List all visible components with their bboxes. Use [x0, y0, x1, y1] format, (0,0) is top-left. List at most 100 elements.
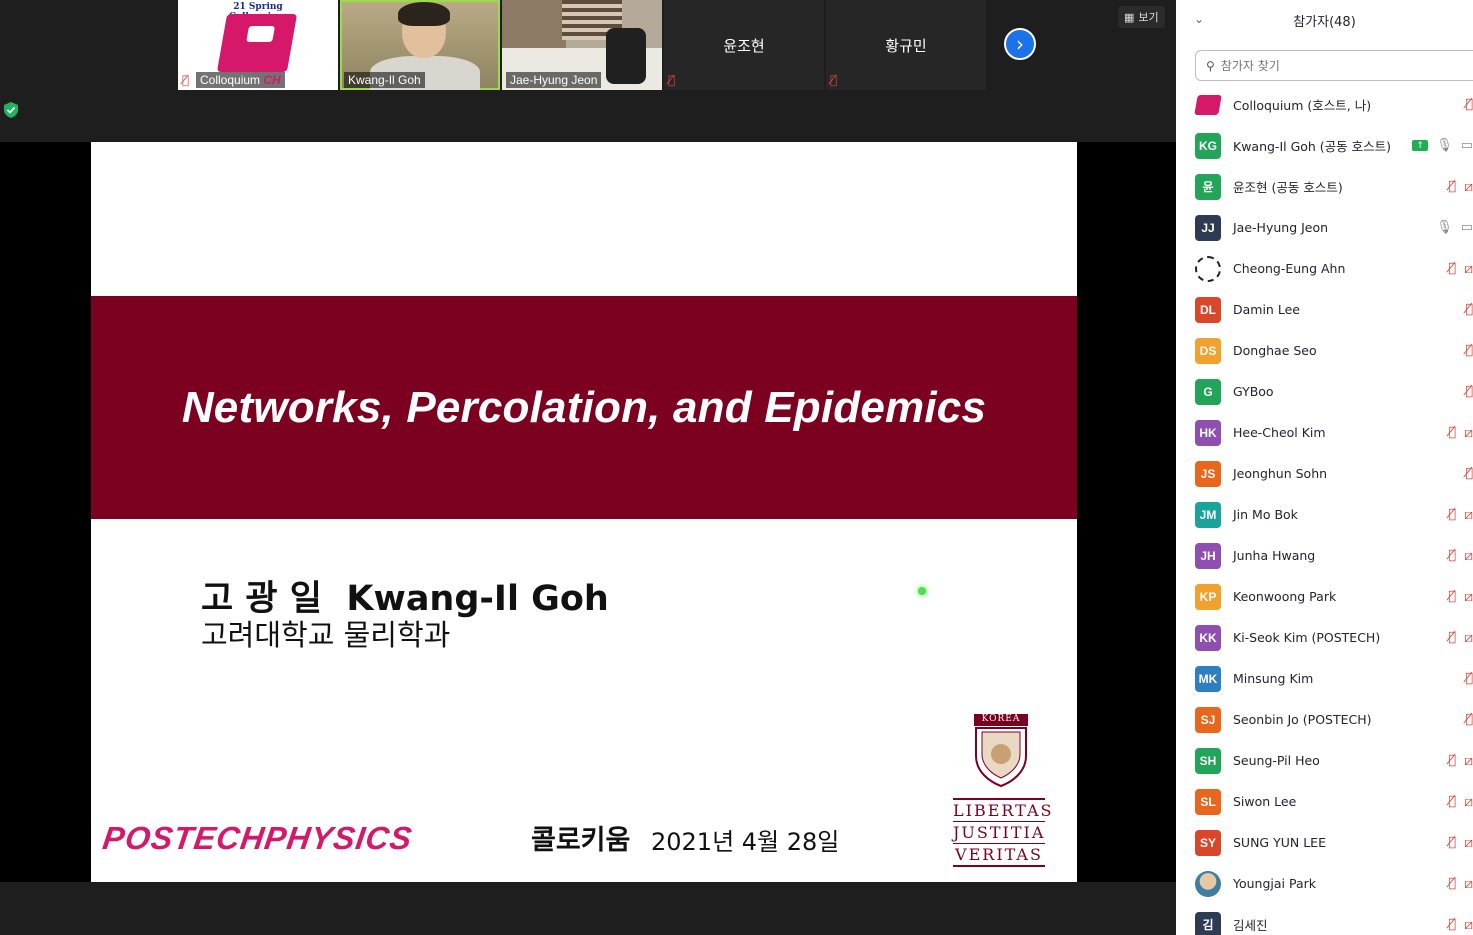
video-off-icon[interactable]: ⧄	[1464, 794, 1473, 810]
mic-muted-icon[interactable]: 🎙̸	[1465, 671, 1473, 686]
video-tile-kwang-il-goh[interactable]: Kwang-Il Goh	[340, 0, 500, 90]
mic-muted-icon[interactable]: 🎙̸	[1448, 835, 1456, 850]
avatar: 김	[1195, 911, 1221, 935]
event-label: 콜로키움	[531, 825, 631, 856]
participant-row[interactable]: SY SUNG YUN LEE 🎙̸ ⧄	[1176, 822, 1473, 863]
video-off-icon[interactable]: ⧄	[1464, 507, 1473, 523]
mic-muted-icon[interactable]: 🎙̸	[1448, 261, 1456, 276]
security-shield-icon[interactable]	[4, 102, 20, 120]
participant-row[interactable]: Cheong-Eung Ahn 🎙̸ ⧄	[1176, 248, 1473, 289]
mic-muted-icon[interactable]: 🎙̸	[1448, 179, 1456, 194]
view-button[interactable]: ▦ 보기	[1118, 6, 1165, 28]
participant-row[interactable]: 김 김세진 🎙̸ ⧄	[1176, 904, 1473, 935]
participant-name: Hee-Cheol Kim	[1233, 425, 1326, 440]
panel-header: ⌄ 참가자(48)	[1176, 0, 1473, 40]
participant-name: Seonbin Jo (POSTECH)	[1233, 712, 1372, 727]
video-icon[interactable]: ▭	[1461, 220, 1473, 235]
video-off-icon[interactable]: ⧄	[1464, 835, 1473, 851]
mic-muted-icon[interactable]: 🎙̸	[1448, 794, 1456, 809]
next-page-arrow-icon[interactable]: ›	[1004, 28, 1036, 60]
participant-row[interactable]: G GYBoo 🎙̸	[1176, 371, 1473, 412]
video-strip: 21 Spring Colloquium 🎙̸ Colloquium CH Kw…	[178, 0, 986, 90]
participant-name: 윤조현 (공동 호스트)	[1233, 180, 1343, 195]
mic-muted-icon[interactable]: 🎙̸	[1448, 876, 1456, 891]
tile-name-label: Jae-Hyung Jeon	[506, 72, 602, 88]
participant-row[interactable]: JH Junha Hwang 🎙̸ ⧄	[1176, 535, 1473, 576]
mic-muted-icon[interactable]: 🎙̸	[1465, 712, 1473, 727]
video-off-icon[interactable]: ⧄	[1464, 630, 1473, 646]
avatar: HK	[1195, 419, 1221, 446]
avatar: JJ	[1195, 214, 1221, 241]
chevron-down-icon[interactable]: ⌄	[1194, 12, 1204, 26]
mic-muted-icon[interactable]: 🎙̸	[1448, 630, 1456, 645]
mic-muted-icon[interactable]: 🎙̸	[1465, 302, 1473, 317]
avatar: KK	[1195, 624, 1221, 651]
participant-row[interactable]: 윤 윤조현 (공동 호스트) 🎙̸ ⧄	[1176, 166, 1473, 207]
avatar	[1194, 91, 1222, 118]
video-tile-colloquium[interactable]: 21 Spring Colloquium 🎙̸ Colloquium CH	[178, 0, 338, 90]
presentation-slide: Networks, Percolation, and Epidemics 고 광…	[91, 142, 1077, 882]
participant-status: 🎙̸ ⧄	[1448, 753, 1473, 769]
participant-row[interactable]: KK Ki-Seok Kim (POSTECH) 🎙̸ ⧄	[1176, 617, 1473, 658]
participant-row[interactable]: SJ Seonbin Jo (POSTECH) 🎙̸	[1176, 699, 1473, 740]
motto-line-1: LIBERTAS	[953, 801, 1054, 822]
mic-muted-icon[interactable]: 🎙̸	[1465, 384, 1473, 399]
video-off-icon[interactable]: ⧄	[1464, 589, 1473, 605]
mic-muted-icon[interactable]: 🎙̸	[1465, 97, 1473, 112]
participant-status: ↑ 🎙 ▭	[1412, 138, 1473, 153]
participant-row[interactable]: SL Siwon Lee 🎙̸ ⧄	[1176, 781, 1473, 822]
participant-name: Jae-Hyung Jeon	[1233, 220, 1329, 235]
avatar	[1195, 870, 1221, 897]
participant-name: Jeonghun Sohn	[1233, 466, 1328, 481]
mic-muted-icon[interactable]: 🎙̸	[1448, 589, 1456, 604]
tile-name-label: Colloquium CH	[196, 72, 285, 88]
search-input[interactable]	[1220, 58, 1461, 73]
mic-muted-icon[interactable]: 🎙̸	[1448, 425, 1456, 440]
participant-status: 🎙̸	[1465, 384, 1473, 399]
video-tile-yun-jo-hyun[interactable]: 🎙̸ 윤조현	[664, 0, 824, 90]
participant-name: Jin Mo Bok	[1233, 507, 1298, 522]
video-off-icon[interactable]: ⧄	[1464, 261, 1473, 277]
video-icon[interactable]: ▭	[1461, 138, 1473, 153]
avatar: JH	[1195, 542, 1221, 569]
participant-row[interactable]: Youngjai Park 🎙̸ ⧄	[1176, 863, 1473, 904]
avatar: DL	[1195, 296, 1221, 323]
participant-name: Junha Hwang	[1233, 548, 1316, 563]
room-chair	[606, 28, 646, 84]
mic-icon[interactable]: 🎙	[1436, 220, 1453, 235]
participant-row[interactable]: KP Keonwoong Park 🎙̸ ⧄	[1176, 576, 1473, 617]
search-icon: ⚲	[1206, 58, 1215, 73]
video-off-icon[interactable]: ⧄	[1464, 876, 1473, 892]
participant-row[interactable]: DL Damin Lee 🎙̸	[1176, 289, 1473, 330]
participant-row[interactable]: JJ Jae-Hyung Jeon 🎙 ▭	[1176, 207, 1473, 248]
avatar: SY	[1195, 829, 1221, 856]
participant-row[interactable]: Colloquium (호스트, 나) 🎙̸	[1176, 84, 1473, 125]
avatar: MK	[1195, 665, 1221, 692]
person-hair	[398, 2, 450, 26]
mic-muted-icon[interactable]: 🎙̸	[1465, 343, 1473, 358]
avatar: SJ	[1195, 706, 1221, 733]
participant-row[interactable]: KG Kwang-Il Goh (공동 호스트) ↑ 🎙 ▭	[1176, 125, 1473, 166]
participant-row[interactable]: SH Seung-Pil Heo 🎙̸ ⧄	[1176, 740, 1473, 781]
korea-university-crest: KOREA	[972, 712, 1030, 788]
participant-row[interactable]: DS Donghae Seo 🎙̸	[1176, 330, 1473, 371]
participant-row[interactable]: HK Hee-Cheol Kim 🎙̸ ⧄	[1176, 412, 1473, 453]
participant-row[interactable]: MK Minsung Kim 🎙̸	[1176, 658, 1473, 699]
participant-row[interactable]: JM Jin Mo Bok 🎙̸ ⧄	[1176, 494, 1473, 535]
mic-muted-icon[interactable]: 🎙̸	[1465, 466, 1473, 481]
mic-icon[interactable]: 🎙	[1436, 138, 1453, 153]
motto-line-3: VERITAS	[955, 845, 1043, 864]
mic-muted-icon[interactable]: 🎙̸	[1448, 548, 1456, 563]
participant-list: Colloquium (호스트, 나) 🎙̸ KG Kwang-Il Goh (공동 …	[1176, 84, 1473, 935]
video-off-icon[interactable]: ⧄	[1464, 753, 1473, 769]
video-off-icon[interactable]: ⧄	[1464, 548, 1473, 564]
participant-row[interactable]: JS Jeonghun Sohn 🎙̸	[1176, 453, 1473, 494]
video-off-icon[interactable]: ⧄	[1464, 917, 1473, 933]
mic-muted-icon[interactable]: 🎙̸	[1448, 753, 1456, 768]
video-tile-jae-hyung-jeon[interactable]: Jae-Hyung Jeon	[502, 0, 662, 90]
video-tile-hwang-gyu-min[interactable]: 🎙̸ 황규민	[826, 0, 986, 90]
video-off-icon[interactable]: ⧄	[1464, 425, 1473, 441]
video-off-icon[interactable]: ⧄	[1464, 179, 1473, 195]
mic-muted-icon[interactable]: 🎙̸	[1448, 917, 1456, 932]
mic-muted-icon[interactable]: 🎙̸	[1448, 507, 1456, 522]
